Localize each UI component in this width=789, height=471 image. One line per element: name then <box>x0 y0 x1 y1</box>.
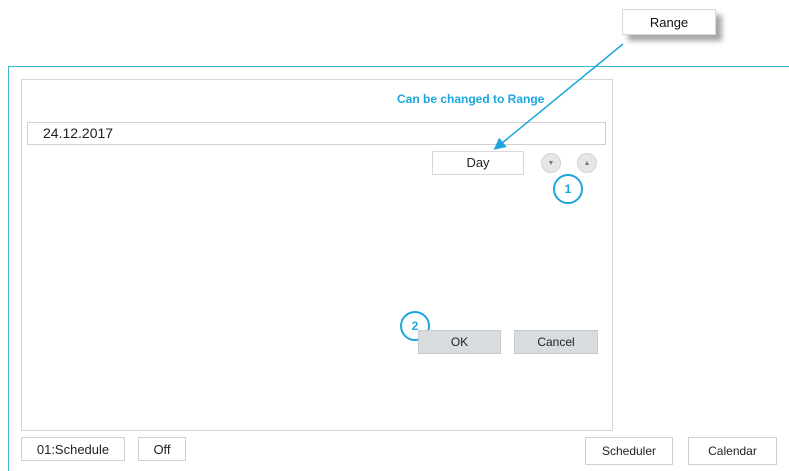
schedule-selector[interactable]: 01:Schedule <box>21 437 125 461</box>
ok-button[interactable]: OK <box>418 330 501 354</box>
triangle-down-icon: ▼ <box>547 159 555 167</box>
step-badge-1: 1 <box>553 174 583 204</box>
calendar-button[interactable]: Calendar <box>688 437 777 465</box>
cancel-button[interactable]: Cancel <box>514 330 598 354</box>
scheduler-button[interactable]: Scheduler <box>585 437 673 465</box>
mode-select[interactable]: Day <box>432 151 524 175</box>
frame-top-border <box>8 66 789 67</box>
date-input[interactable]: 24.12.2017 <box>27 122 606 145</box>
step-down-button[interactable]: ▼ <box>541 153 561 173</box>
off-toggle[interactable]: Off <box>138 437 186 461</box>
frame-left-border <box>8 66 9 471</box>
step-up-button[interactable]: ▲ <box>577 153 597 173</box>
triangle-up-icon: ▲ <box>583 159 591 167</box>
range-option-callout: Range <box>622 9 716 35</box>
hint-text: Can be changed to Range <box>397 92 545 106</box>
